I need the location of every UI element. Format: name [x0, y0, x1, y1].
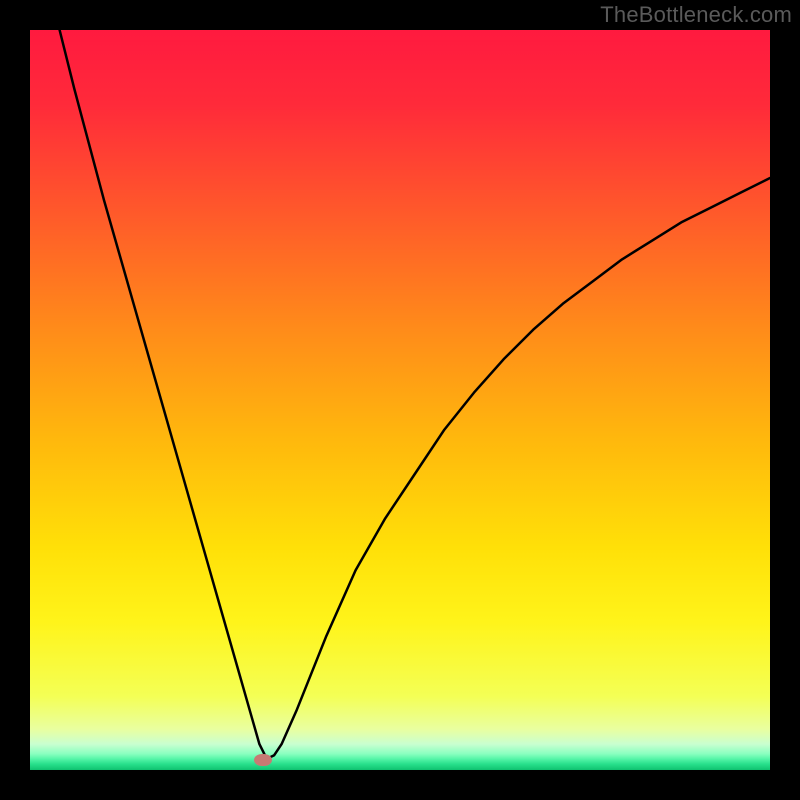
optimal-marker	[254, 754, 272, 766]
plot-frame	[30, 30, 770, 770]
watermark-text: TheBottleneck.com	[600, 2, 792, 28]
bottleneck-curve	[30, 30, 770, 770]
plot-area	[30, 30, 770, 770]
